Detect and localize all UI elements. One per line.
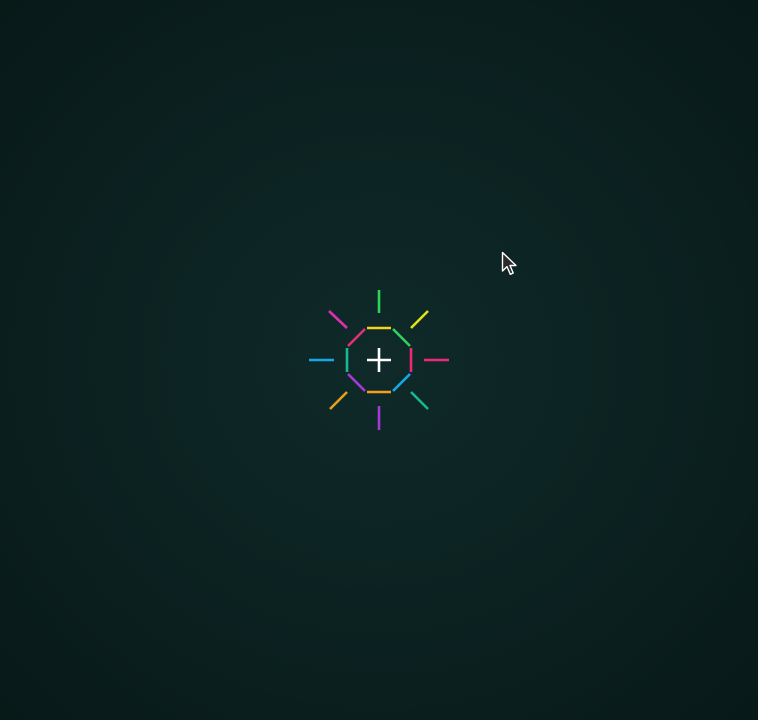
add-button[interactable] bbox=[307, 288, 451, 432]
ring-segment bbox=[392, 373, 411, 392]
mouse-pointer-icon bbox=[501, 251, 519, 277]
ray-south-east bbox=[410, 391, 429, 410]
rainbow-sunburst-icon bbox=[309, 290, 449, 430]
ray-north-west bbox=[328, 310, 348, 329]
ray-south-west bbox=[329, 391, 348, 410]
ring-segment bbox=[347, 373, 366, 392]
plus-icon bbox=[367, 348, 391, 372]
pointer-shape bbox=[501, 251, 517, 275]
ring-segment bbox=[392, 328, 411, 347]
ray-north-east bbox=[410, 310, 429, 329]
desktop-background bbox=[0, 0, 758, 720]
ring-segment bbox=[347, 328, 366, 347]
